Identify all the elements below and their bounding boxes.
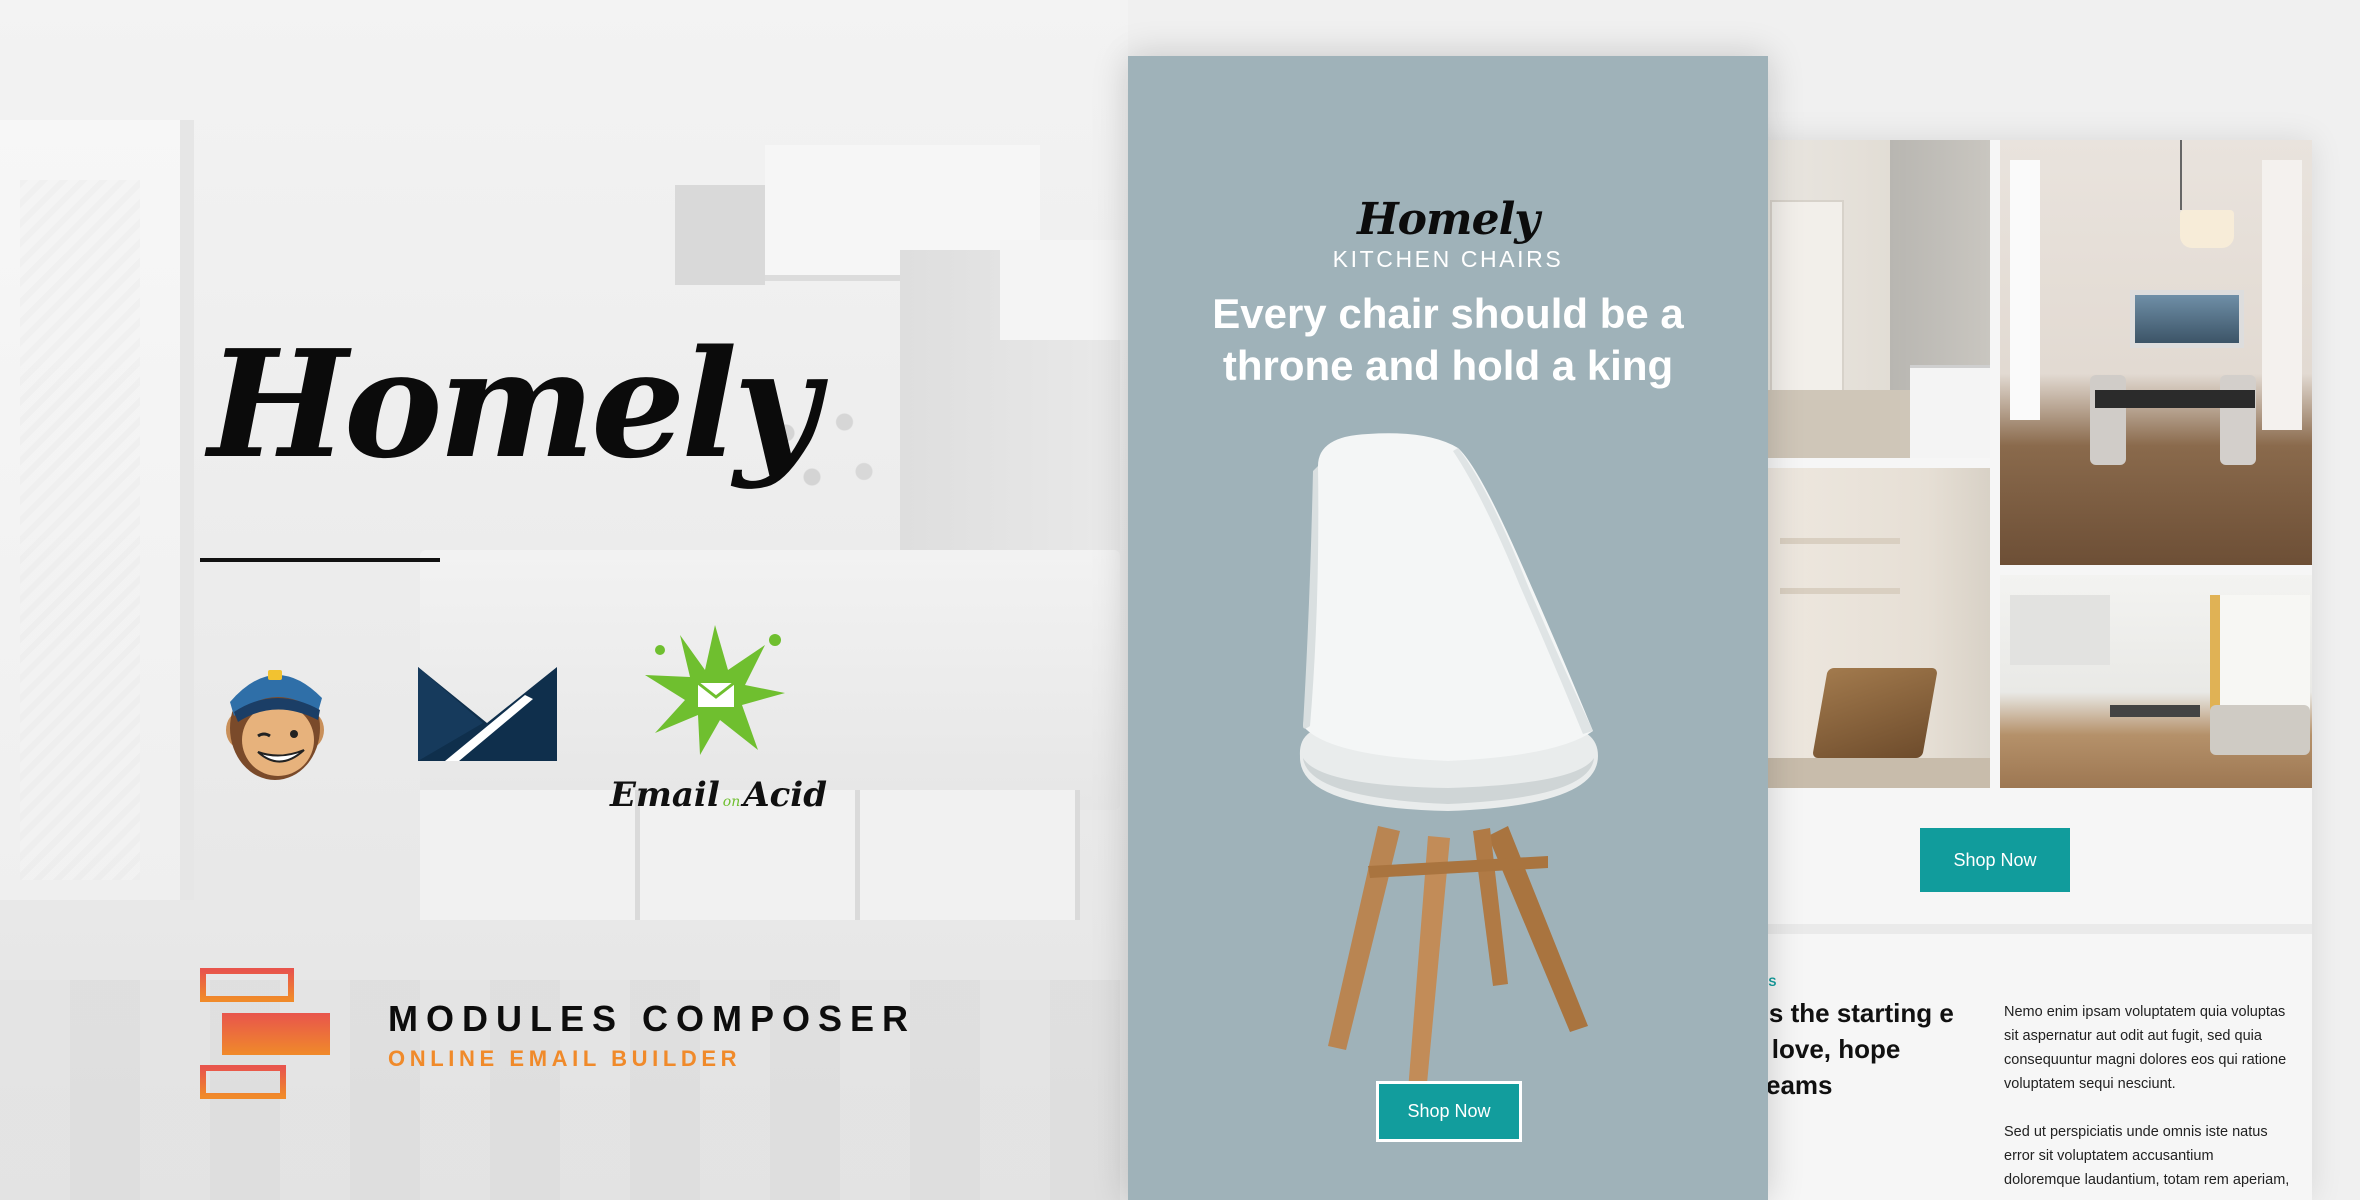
- photo-dresser: [1910, 365, 1990, 458]
- email-template-front-card: Homely KITCHEN CHAIRS Every chair should…: [1128, 56, 1768, 1200]
- modules-composer-title: MODULES COMPOSER: [388, 998, 917, 1039]
- back-headline: e is the starting e of love, hope dreams: [1740, 998, 1954, 1100]
- photo-floor: [1740, 758, 1990, 788]
- back-paragraph: Sed ut perspiciatis unde omnis iste natu…: [2004, 1124, 2290, 1188]
- photo-dining-room: [2000, 140, 2312, 565]
- photo-window-right: [2262, 160, 2302, 430]
- modules-composer-subtitle: ONLINE EMAIL BUILDER: [388, 1046, 742, 1071]
- brand-underline: [200, 558, 440, 562]
- photo-chair: [2220, 375, 2256, 465]
- mailchimp-logo-icon: [226, 670, 324, 780]
- photo-chair: [2090, 375, 2126, 465]
- postmark-logo-icon: [418, 667, 557, 761]
- photo-dining-table: [2095, 390, 2255, 408]
- photo-wooden-chair: [1812, 668, 1938, 758]
- email-on-acid-logo: Email onAcid: [610, 615, 827, 815]
- back-paragraph: Nemo enim ipsam voluptatem quia voluptas…: [2004, 1004, 2287, 1092]
- email-headline: Every chair should be a throne and hold …: [1212, 290, 1684, 389]
- photo-window: [2210, 595, 2310, 715]
- email-on-acid-splat-icon: [645, 625, 785, 755]
- photo-shelves: [1780, 538, 1900, 544]
- brand-title: Homely: [208, 317, 820, 491]
- modules-composer-icon: [200, 968, 330, 1099]
- email-on-acid-wordmark: Email onAcid: [610, 775, 827, 815]
- photo-lounge-chair: [1740, 468, 1990, 788]
- photo-hallway: [1740, 140, 1990, 458]
- back-body-text: Nemo enim ipsam voluptatem quia voluptas…: [2004, 1000, 2294, 1200]
- photo-sofa: [2210, 705, 2310, 755]
- bg-window-foliage: [20, 180, 140, 880]
- photo-pendant-lamp: [2180, 210, 2234, 248]
- email-brand-logo: Homely: [1357, 194, 1540, 245]
- photo-wall-art: [2130, 290, 2244, 348]
- back-section-divider: [1740, 924, 2312, 934]
- photo-kitchen-cabinet: [2010, 595, 2110, 665]
- photo-lamp-wire: [2180, 140, 2182, 210]
- back-shop-now-button[interactable]: Shop Now: [1920, 828, 2070, 892]
- photo-table: [2110, 705, 2200, 717]
- photo-window-left: [2010, 160, 2040, 420]
- email-template-back-card: Shop Now ENDS e is the starting e of lov…: [1740, 140, 2312, 1200]
- email-eyebrow: KITCHEN CHAIRS: [1332, 246, 1564, 272]
- eoa-word-email: Email: [610, 775, 720, 815]
- eoa-word-acid: Acid: [743, 775, 827, 815]
- chair-product-image: [1299, 433, 1598, 1094]
- bg-shelf-box: [1000, 240, 1130, 340]
- bg-dark-cabinet: [675, 185, 765, 285]
- photo-door: [1770, 200, 1844, 404]
- photo-open-living-room: [2000, 575, 2312, 788]
- shop-now-button[interactable]: Shop Now: [1376, 1081, 1522, 1142]
- eoa-word-on: on: [722, 794, 741, 810]
